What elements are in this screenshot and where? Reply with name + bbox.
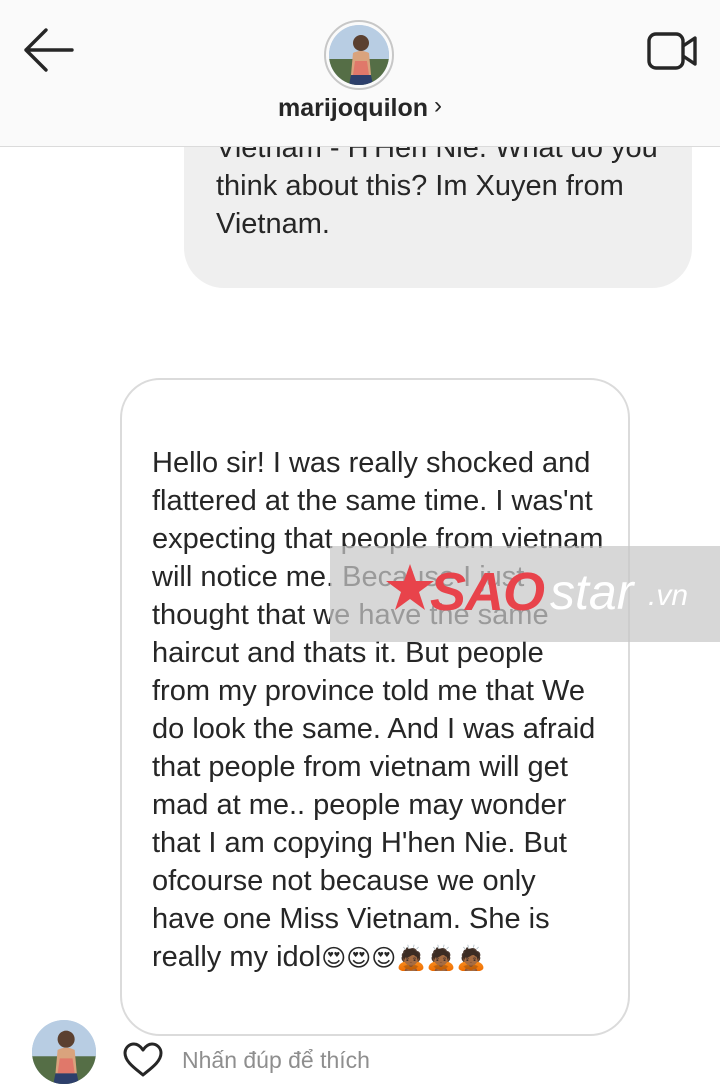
emoji-reactions: 😍😍😍🙇🏾🙇🏾🙇🏾 xyxy=(321,944,486,972)
double-tap-like-hint: Nhấn đúp để thích xyxy=(182,1047,370,1073)
chat-header: marijoquilon › xyxy=(0,0,720,147)
heart-icon xyxy=(123,1042,163,1077)
chevron-right-icon: › xyxy=(434,92,442,119)
sent-message-text: Vietnam - H'Hen Nie. What do you think a… xyxy=(216,147,658,240)
username-title[interactable]: marijoquilon › xyxy=(0,92,720,123)
like-button[interactable] xyxy=(122,1042,164,1078)
back-arrow-icon xyxy=(24,28,74,72)
sender-avatar[interactable] xyxy=(32,1020,96,1084)
video-call-button[interactable] xyxy=(644,28,700,74)
profile-photo xyxy=(329,25,389,85)
sent-message-bubble[interactable]: Vietnam - H'Hen Nie. What do you think a… xyxy=(184,147,692,288)
received-message-text: Hello sir! I was really shocked and flat… xyxy=(152,447,604,973)
back-button[interactable] xyxy=(18,24,78,76)
username-label: marijoquilon xyxy=(278,94,428,122)
header-avatar[interactable] xyxy=(324,20,394,90)
profile-photo xyxy=(32,1020,96,1084)
video-call-icon xyxy=(647,32,697,70)
received-message-bubble[interactable]: Hello sir! I was really shocked and flat… xyxy=(120,378,630,1036)
message-thread[interactable]: Vietnam - H'Hen Nie. What do you think a… xyxy=(0,147,720,1086)
